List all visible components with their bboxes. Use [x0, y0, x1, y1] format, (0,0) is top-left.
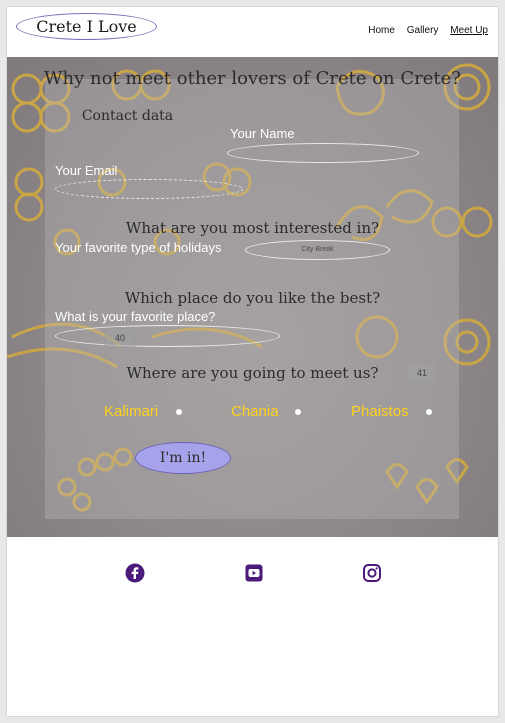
main-nav: Home Gallery Meet Up — [359, 25, 488, 36]
interest-heading: What are you most interested in? — [125, 219, 380, 237]
radio-chania[interactable] — [295, 409, 301, 415]
page-frame: Crete I Love Home Gallery Meet Up Why no… — [6, 6, 499, 717]
meet-option-phaistos[interactable]: Phaistos — [351, 403, 409, 420]
radio-kalimari[interactable] — [176, 409, 182, 415]
signup-section: Why not meet other lovers of Crete on Cr… — [7, 57, 498, 537]
form-title: Why not meet other lovers of Crete on Cr… — [44, 68, 461, 89]
holiday-select[interactable]: City Break — [245, 240, 390, 260]
facebook-icon[interactable] — [125, 563, 145, 583]
place-label: What is your favorite place? — [55, 309, 216, 324]
place-spinner[interactable]: 40 — [105, 328, 135, 348]
nav-link-home[interactable]: Home — [368, 25, 395, 36]
place-input[interactable] — [55, 325, 280, 347]
radio-phaistos[interactable] — [426, 409, 432, 415]
name-input[interactable] — [227, 143, 419, 163]
meet-option-kalimari[interactable]: Kalimari — [104, 403, 158, 420]
nav-link-meet-up[interactable]: Meet Up — [450, 25, 488, 36]
email-input[interactable] — [55, 179, 243, 199]
holiday-label: Your favorite type of holidays — [55, 240, 222, 255]
site-header: Crete I Love Home Gallery Meet Up — [7, 7, 498, 58]
instagram-icon[interactable] — [362, 563, 382, 583]
site-logo[interactable]: Crete I Love — [16, 13, 157, 40]
contact-heading: Contact data — [81, 108, 174, 124]
name-label: Your Name — [230, 126, 295, 141]
email-label: Your Email — [55, 163, 118, 178]
meet-spinner[interactable]: 41 — [407, 363, 437, 383]
meet-option-chania[interactable]: Chania — [231, 403, 279, 420]
submit-button[interactable]: I'm in! — [135, 442, 231, 474]
site-footer — [7, 537, 498, 716]
youtube-icon[interactable] — [244, 563, 264, 583]
place-heading: Which place do you like the best? — [124, 289, 381, 307]
nav-link-gallery[interactable]: Gallery — [407, 25, 439, 36]
